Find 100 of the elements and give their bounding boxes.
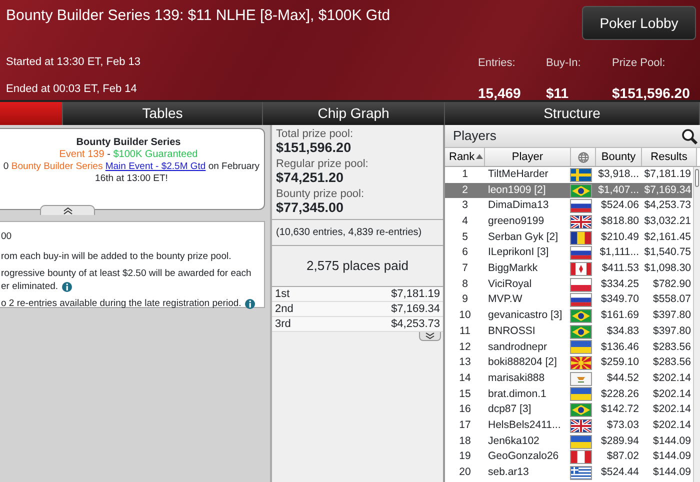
rank-cell-text: 13 (458, 355, 472, 370)
player-name: MVP.W (487, 292, 524, 308)
player-name: gevanicastro [3] (487, 308, 564, 324)
detail-text: rom each buy-in will be added to the bounty prize pool. (1, 250, 232, 264)
player-row[interactable]: 15 brat.dimon.1 $228.26 $202.14 (445, 386, 692, 402)
results-cell-text: $782.90 (652, 276, 691, 292)
tab[interactable]: Tables (63, 102, 263, 125)
player-name: sandrodnepr (487, 340, 548, 355)
flag-icon (570, 278, 592, 292)
results-cell-text: $144.09 (652, 434, 691, 449)
flag-icon (570, 246, 592, 260)
player-row[interactable]: 14 marisaki888 $44.52 $202.14 (445, 370, 692, 387)
payout-place: 1st (272, 286, 325, 302)
player-row[interactable]: 16 dcp87 [3] $142.72 $202.14 (445, 402, 692, 418)
detail-text: 00 (1, 230, 12, 244)
flag-icon (570, 324, 592, 339)
stat-label: Entries: (478, 56, 516, 71)
player-row[interactable]: 11 BNROSSI $34.83 $397.80 (445, 324, 692, 340)
rank-column-header[interactable]: Rank (445, 148, 485, 166)
player-name: seb.ar13 (487, 465, 530, 480)
flag-icon (570, 403, 592, 418)
bounty-column-header[interactable]: Bounty (596, 148, 642, 166)
bounty-cell-text: $1,407... (597, 182, 639, 198)
player-name: HelsBels2411... (487, 418, 562, 433)
tab[interactable]: Structure (445, 102, 700, 125)
globe-icon[interactable] (571, 148, 596, 166)
results-cell-text: $202.14 (652, 386, 691, 402)
info-icon[interactable] (62, 282, 72, 292)
results-cell-text: $7,169.34 (643, 182, 691, 198)
chevron-icon[interactable] (425, 332, 435, 339)
tab[interactable]: Chip Graph (263, 102, 445, 125)
results-cell-text: $202.14 (652, 370, 691, 386)
player-name: ViciRoyal (487, 276, 533, 292)
player-name: dcp87 [3] (487, 402, 532, 418)
player-row[interactable]: 1 TiltMeHarder $3,918... $7,181.19 (445, 167, 692, 183)
results-cell-text: $202.14 (652, 402, 691, 418)
pool-value: $74,251.20 (276, 170, 345, 185)
player-row[interactable]: 6 ILeprikonI [3] $1,111... $1,540.75 (445, 245, 692, 262)
player-column-header[interactable]: Player (485, 148, 571, 166)
player-row[interactable]: 20 seb.ar13 $524.44 $144.09 (445, 465, 692, 481)
player-row[interactable]: 2 leon1909 [2] $1,407... $7,169.34 (445, 182, 692, 198)
pool-label: Regular prize pool: (276, 158, 370, 170)
bounty-cell-text: $34.83 (606, 324, 639, 339)
results-cell-text: $1,098.30 (643, 261, 691, 276)
results-cell-text: $558.07 (652, 292, 691, 308)
start-time: Started at 13:30 ET, Feb 13 (6, 55, 141, 70)
player-name: BiggMarkk (487, 261, 539, 276)
payout-amount: $4,253.73 (324, 316, 443, 332)
pool-value: $77,345.00 (276, 200, 345, 215)
player-row[interactable]: 8 ViciRoyal $334.25 $782.90 (445, 276, 692, 292)
player-row[interactable]: 12 sandrodnepr $136.46 $283.56 (445, 340, 692, 356)
event-link[interactable]: Main Event - $2.5M Gtd (105, 161, 206, 172)
expand-tab[interactable] (419, 332, 441, 341)
player-row[interactable]: 5 Serban Gyk [2] $210.49 $2,161.45 (445, 230, 692, 246)
results-cell-text: $283.56 (652, 340, 691, 355)
player-row[interactable]: 4 greeno9199 $818.80 $3,032.21 (445, 214, 692, 230)
player-row[interactable]: 13 boki888204 [2] $259.10 $283.56 (445, 355, 692, 371)
info-heading: Bounty Builder Series (75, 137, 182, 149)
player-name: Serban Gyk [2] (487, 230, 560, 245)
player-row[interactable]: 18 Jen6ka102 $289.94 $144.09 (445, 434, 692, 450)
player-name: Jen6ka102 (487, 434, 540, 449)
player-row[interactable]: 19 GeoGonzalo26 $87.02 $144.09 (445, 449, 692, 466)
player-name: BNROSSI (487, 324, 536, 339)
flag-icon (570, 293, 592, 308)
places-paid: 2,575 places paid (306, 258, 408, 273)
player-row[interactable]: 10 gevanicastro [3] $161.69 $397.80 (445, 308, 692, 324)
player-row[interactable]: 7 BiggMarkk $411.53 $1,098.30 (445, 261, 692, 277)
rank-cell-text: 2 (461, 182, 469, 198)
info-icon[interactable] (245, 299, 256, 309)
payout-amount: $7,169.34 (324, 302, 443, 316)
bounty-cell-text: $44.52 (606, 370, 639, 386)
bounty-cell-text: $289.94 (600, 434, 639, 449)
collapse-tab[interactable] (40, 205, 95, 215)
rank-cell-text: 18 (458, 434, 472, 449)
rank-cell-text: 6 (461, 245, 469, 260)
flag-icon (570, 168, 592, 182)
rank-cell-text: 15 (458, 386, 472, 402)
scrollbar[interactable] (693, 167, 700, 482)
pool-label: Total prize pool: (276, 128, 354, 140)
chevron-icon[interactable] (62, 207, 72, 215)
player-row[interactable]: 17 HelsBels2411... $73.03 $202.14 (445, 418, 692, 434)
rank-cell-text: 4 (461, 214, 469, 230)
search-icon[interactable] (681, 128, 698, 144)
player-row[interactable]: 9 MVP.W $349.70 $558.07 (445, 292, 692, 308)
rank-cell-text: 9 (461, 292, 469, 308)
lobby-button[interactable]: Poker Lobby (582, 6, 696, 40)
bounty-cell-text: $259.10 (600, 355, 639, 370)
player-name: greeno9199 (487, 214, 546, 230)
stat-label: Buy-In: (546, 56, 581, 71)
flag-icon (570, 450, 592, 464)
detail-text: er eliminated. (1, 280, 58, 294)
results-cell-text: $144.09 (652, 449, 691, 464)
bounty-cell-text: $228.26 (600, 386, 639, 402)
flag-icon (570, 372, 592, 386)
player-row[interactable]: 3 DimaDima13 $524.06 $4,253.73 (445, 198, 692, 214)
rank-cell-text: 17 (458, 418, 472, 433)
results-column-header[interactable]: Results (642, 148, 697, 166)
bounty-cell-text: $136.46 (600, 340, 639, 355)
event-line: Event 139 - $100K Guaranteed (58, 149, 199, 161)
results-cell-text: $4,253.73 (643, 198, 691, 214)
